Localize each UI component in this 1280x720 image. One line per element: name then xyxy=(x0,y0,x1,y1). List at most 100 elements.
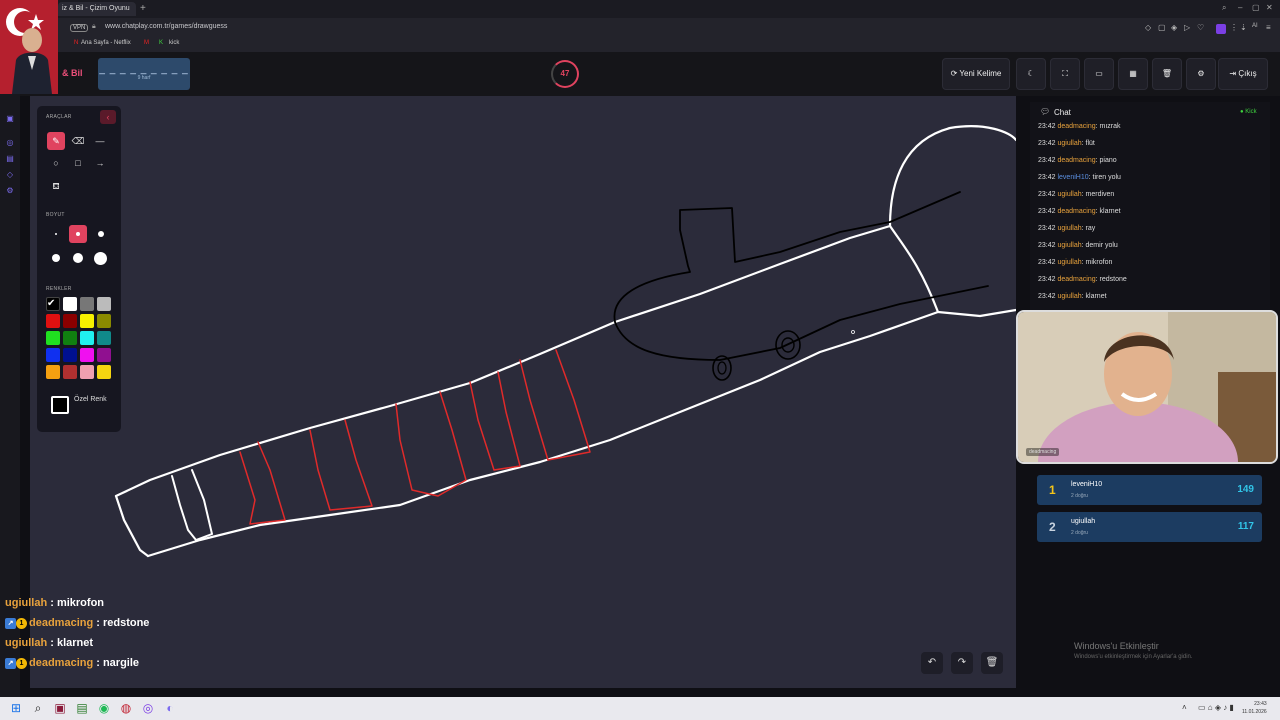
tray-chevron-icon[interactable]: ˄ xyxy=(1182,703,1187,712)
color-swatch[interactable] xyxy=(63,331,77,345)
download-icon[interactable]: ⇣ xyxy=(1240,23,1247,32)
chat-username[interactable]: ugiullah xyxy=(1057,225,1081,232)
color-swatch[interactable] xyxy=(46,348,60,362)
size-option-5[interactable] xyxy=(73,253,83,263)
new-tab-button[interactable]: + xyxy=(140,3,146,14)
spotify-icon[interactable]: ◉ xyxy=(96,700,112,716)
color-swatch[interactable] xyxy=(63,314,77,328)
color-swatch[interactable] xyxy=(46,314,60,328)
size-option-1[interactable] xyxy=(55,233,57,235)
chat-username[interactable]: deadmacing xyxy=(1057,208,1095,215)
color-swatch[interactable] xyxy=(63,348,77,362)
color-swatch[interactable] xyxy=(46,365,60,379)
circle-tool[interactable]: ○ xyxy=(47,154,65,172)
chat-message: 23:42 ugiullah: merdiven xyxy=(1038,191,1115,198)
dark-mode-button[interactable]: ☾ xyxy=(1016,58,1046,90)
bookmark-kick[interactable]: kick xyxy=(169,40,179,46)
color-swatch[interactable] xyxy=(80,365,94,379)
undo-button[interactable]: ↶ xyxy=(921,652,943,674)
search-icon[interactable]: ⌕ xyxy=(1222,3,1226,13)
rectangle-tool[interactable]: □ xyxy=(69,154,87,172)
screenshot-icon[interactable]: ▢ xyxy=(1158,23,1166,32)
custom-color-picker[interactable] xyxy=(51,396,69,414)
color-swatch[interactable] xyxy=(63,365,77,379)
twitch-icon[interactable]: ▣ xyxy=(5,114,15,123)
line-tool[interactable]: — xyxy=(91,132,109,150)
url-text[interactable]: www.chatplay.com.tr/games/drawguess xyxy=(105,23,227,30)
chat-username[interactable]: deadmacing xyxy=(1057,123,1095,130)
search-icon[interactable]: ⌕ xyxy=(30,700,46,716)
more-icon[interactable]: ≡ xyxy=(1266,23,1271,32)
subscriber-badge-icon: 1 xyxy=(16,617,27,629)
exit-button[interactable]: ⇥ Çıkış xyxy=(1218,58,1268,90)
heart-icon[interactable]: ♡ xyxy=(1197,23,1204,32)
dock-item-1-icon[interactable]: ◎ xyxy=(5,138,15,147)
ai-button[interactable]: AI xyxy=(1252,23,1258,29)
layout-button[interactable]: ▭ xyxy=(1084,58,1114,90)
maximize-icon[interactable]: ▢ xyxy=(1252,3,1260,12)
chat-username[interactable]: leveniH10 xyxy=(1057,174,1088,181)
chat-username[interactable]: ugiullah xyxy=(1057,191,1081,198)
pen-tool[interactable]: ✎ xyxy=(47,132,65,150)
eraser-tool[interactable]: ⌫ xyxy=(69,132,87,150)
close-icon[interactable]: ✕ xyxy=(1266,3,1273,12)
fill-tool[interactable]: ⛾ xyxy=(47,177,65,195)
chat-username[interactable]: deadmacing xyxy=(1057,157,1095,164)
chat-username[interactable]: ugiullah xyxy=(1057,293,1081,300)
color-swatch[interactable] xyxy=(97,365,111,379)
new-word-button[interactable]: ⟳ Yeni Kelime xyxy=(942,58,1010,90)
menu-icon[interactable]: ⋮ xyxy=(1230,23,1238,32)
settings-dock-icon[interactable]: ⚙ xyxy=(5,186,15,195)
color-swatch[interactable] xyxy=(80,348,94,362)
chat-username[interactable]: ugiullah xyxy=(1057,242,1081,249)
bookmark-icon[interactable]: ◇ xyxy=(1145,23,1151,32)
app-1-icon[interactable]: ▣ xyxy=(52,700,68,716)
overlay-chat-line: ↗ 1 deadmacing : nargile xyxy=(5,657,139,669)
arrow-tool[interactable]: → xyxy=(91,154,109,172)
size-option-6[interactable] xyxy=(94,252,107,265)
app-logo[interactable]: & Bil xyxy=(62,68,83,78)
color-swatch[interactable] xyxy=(97,314,111,328)
play-icon[interactable]: ▷ xyxy=(1184,23,1190,32)
color-swatch[interactable] xyxy=(63,297,77,311)
arrow-right-icon: → xyxy=(95,158,105,168)
size-option-4[interactable] xyxy=(52,254,60,262)
dock-item-3-icon[interactable]: ◇ xyxy=(5,170,15,179)
color-swatch[interactable] xyxy=(80,297,94,311)
vpn-badge[interactable]: VPN xyxy=(70,24,89,32)
fullscreen-button[interactable]: ⛶ xyxy=(1050,58,1080,90)
browser-icon[interactable]: ◎ xyxy=(140,700,156,716)
start-icon[interactable]: ⊞ xyxy=(8,700,24,716)
color-swatch[interactable] xyxy=(97,348,111,362)
color-swatch[interactable] xyxy=(80,331,94,345)
color-swatch[interactable] xyxy=(97,297,111,311)
chat-username[interactable]: ugiullah xyxy=(1057,140,1081,147)
app-2-icon[interactable]: ▤ xyxy=(74,700,90,716)
overlay-chat-line: ↗ 1 deadmacing : redstone xyxy=(5,617,149,629)
tray-icons[interactable]: ▭ ⌂ ◈ ♪ ▮ xyxy=(1198,703,1234,712)
trash-button[interactable]: 🗑︎ xyxy=(1152,58,1182,90)
redo-button[interactable]: ↷ xyxy=(951,652,973,674)
color-swatch[interactable] xyxy=(80,314,94,328)
app-4-icon[interactable]: ◍ xyxy=(118,700,134,716)
chat-time: 23:42 xyxy=(1038,259,1056,266)
shield-icon[interactable]: ◈ xyxy=(1171,23,1177,32)
windows-taskbar xyxy=(0,697,1280,720)
browser-tab-active[interactable]: iz & Bil - Çizim Oyunu xyxy=(58,2,136,16)
chat-username[interactable]: deadmacing xyxy=(1057,276,1095,283)
extension-icon[interactable] xyxy=(1216,24,1226,34)
collapse-tools-button[interactable]: ‹ xyxy=(100,110,116,124)
archive-button[interactable]: ▦ xyxy=(1118,58,1148,90)
color-swatch[interactable] xyxy=(97,331,111,345)
app-6-icon[interactable]: ◐ xyxy=(162,700,178,716)
dock-item-2-icon[interactable]: ▤ xyxy=(5,154,15,163)
bookmark-netflix[interactable]: Ana Sayfa - Netflix xyxy=(81,40,131,46)
minimize-icon[interactable]: – xyxy=(1238,3,1242,12)
settings-button[interactable]: ⚙ xyxy=(1186,58,1216,90)
chat-username[interactable]: ugiullah xyxy=(1057,259,1081,266)
taskbar-clock[interactable]: 23:43 11.01.2026 xyxy=(1242,700,1267,716)
clear-canvas-button[interactable]: 🗑︎ xyxy=(981,652,1003,674)
lock-icon[interactable]: 🔒︎ xyxy=(92,23,96,31)
color-swatch[interactable] xyxy=(46,331,60,345)
size-option-3[interactable] xyxy=(98,231,104,237)
